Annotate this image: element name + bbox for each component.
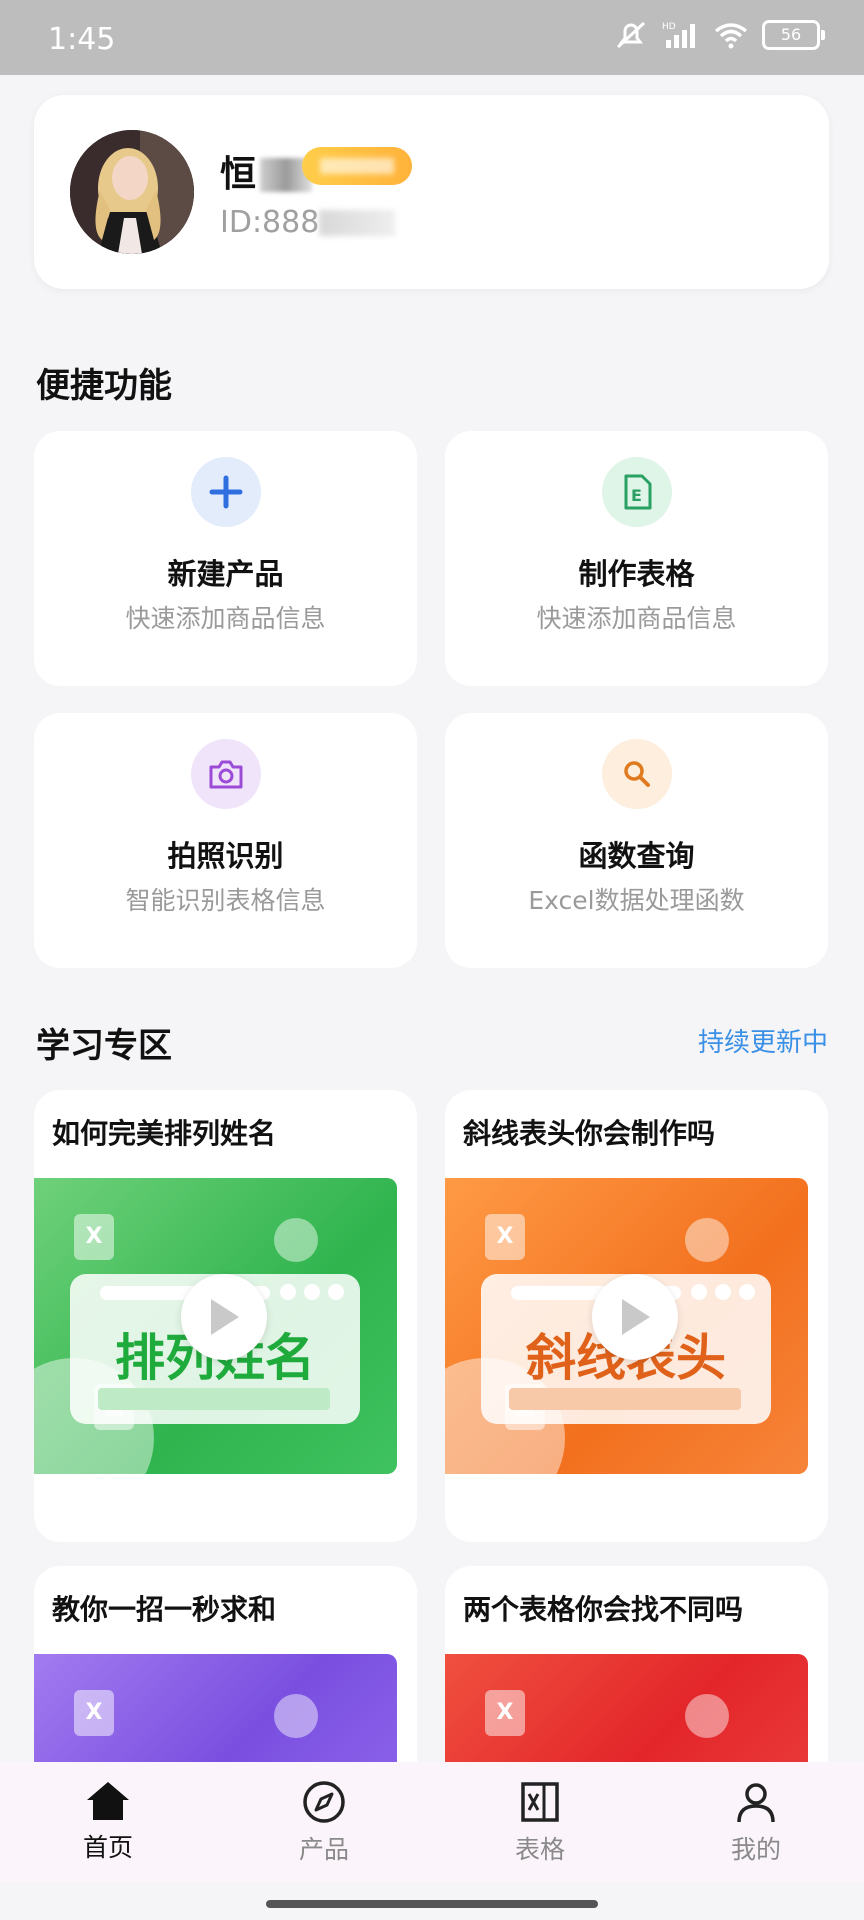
sheet-icon xyxy=(521,1782,559,1822)
play-icon[interactable] xyxy=(592,1274,678,1360)
avatar[interactable] xyxy=(70,130,194,254)
profile-card[interactable]: 恒 ID:888 xyxy=(34,95,829,289)
nav-home[interactable]: 首页 xyxy=(38,1780,178,1864)
search-icon xyxy=(602,739,672,809)
mute-bell-icon xyxy=(614,20,648,50)
vip-badge xyxy=(302,147,412,185)
user-id-text: ID:888 xyxy=(220,205,320,240)
learn-card[interactable]: 如何完美排列姓名 X ▦ 排列姓名 xyxy=(34,1090,417,1542)
func-subtitle: 快速添加商品信息 xyxy=(125,604,326,633)
nav-label: 首页 xyxy=(82,1833,133,1862)
id-mask xyxy=(319,210,396,236)
svg-text:HD: HD xyxy=(662,22,676,32)
func-subtitle: 智能识别表格信息 xyxy=(125,886,326,915)
func-title: 制作表格 xyxy=(578,557,695,591)
status-icons: HD 56 xyxy=(614,20,825,50)
func-title: 拍照识别 xyxy=(167,839,284,873)
nav-mine[interactable]: 我的 xyxy=(686,1780,826,1866)
nav-label: 产品 xyxy=(298,1835,349,1864)
plus-icon xyxy=(191,457,261,527)
learn-card[interactable]: 教你一招一秒求和 X xyxy=(34,1566,417,1786)
signal-icon: HD xyxy=(662,20,700,50)
learn-card[interactable]: 斜线表头你会制作吗 X ▦ 斜线表头 xyxy=(445,1090,828,1542)
video-thumbnail[interactable]: X ▦ 斜线表头 xyxy=(445,1178,808,1474)
learn-card-title: 教你一招一秒求和 xyxy=(52,1593,277,1626)
user-name-text: 恒 xyxy=(220,154,257,195)
function-query-card[interactable]: 函数查询 Excel数据处理函数 xyxy=(445,713,828,968)
learn-card-title: 斜线表头你会制作吗 xyxy=(463,1117,716,1150)
make-sheet-card[interactable]: E 制作表格 快速添加商品信息 xyxy=(445,431,828,686)
learn-card-title: 两个表格你会找不同吗 xyxy=(463,1593,744,1626)
nav-sheet[interactable]: 表格 xyxy=(470,1780,610,1866)
svg-text:E: E xyxy=(631,486,642,505)
func-title: 新建产品 xyxy=(167,557,284,591)
learn-card[interactable]: 两个表格你会找不同吗 X xyxy=(445,1566,828,1786)
battery-icon: 56 xyxy=(762,20,825,50)
func-title: 函数查询 xyxy=(578,839,695,873)
learning-link[interactable]: 持续更新中 xyxy=(698,1022,828,1059)
home-indicator[interactable] xyxy=(266,1900,598,1908)
camera-icon xyxy=(191,739,261,809)
status-time: 1:45 xyxy=(48,22,116,57)
learning-title: 学习专区 xyxy=(36,1026,172,1066)
compass-icon xyxy=(303,1781,345,1823)
photo-recognize-card[interactable]: 拍照识别 智能识别表格信息 xyxy=(34,713,417,968)
nav-label: 表格 xyxy=(514,1835,565,1864)
video-thumbnail[interactable]: X ▦ 排列姓名 xyxy=(34,1178,397,1474)
func-subtitle: Excel数据处理函数 xyxy=(528,886,745,915)
excel-doc-icon: X xyxy=(485,1690,525,1736)
excel-doc-icon: X xyxy=(74,1214,114,1260)
nav-product[interactable]: 产品 xyxy=(254,1780,394,1866)
func-subtitle: 快速添加商品信息 xyxy=(536,604,737,633)
excel-doc-icon: X xyxy=(485,1214,525,1260)
wifi-icon xyxy=(714,21,748,49)
excel-doc-icon: X xyxy=(74,1690,114,1736)
quick-functions-title: 便捷功能 xyxy=(36,366,172,406)
new-product-card[interactable]: 新建产品 快速添加商品信息 xyxy=(34,431,417,686)
nav-label: 我的 xyxy=(730,1835,781,1864)
user-name: 恒 xyxy=(220,145,313,197)
person-icon xyxy=(737,1783,775,1823)
user-id: ID:888 xyxy=(220,205,396,240)
status-bar: 1:45 HD 56 xyxy=(0,0,864,75)
home-icon xyxy=(87,1782,129,1820)
bottom-nav: 首页 产品 表格 我的 xyxy=(0,1762,864,1882)
learn-card-title: 如何完美排列姓名 xyxy=(52,1117,277,1150)
excel-file-icon: E xyxy=(602,457,672,527)
play-icon[interactable] xyxy=(181,1274,267,1360)
